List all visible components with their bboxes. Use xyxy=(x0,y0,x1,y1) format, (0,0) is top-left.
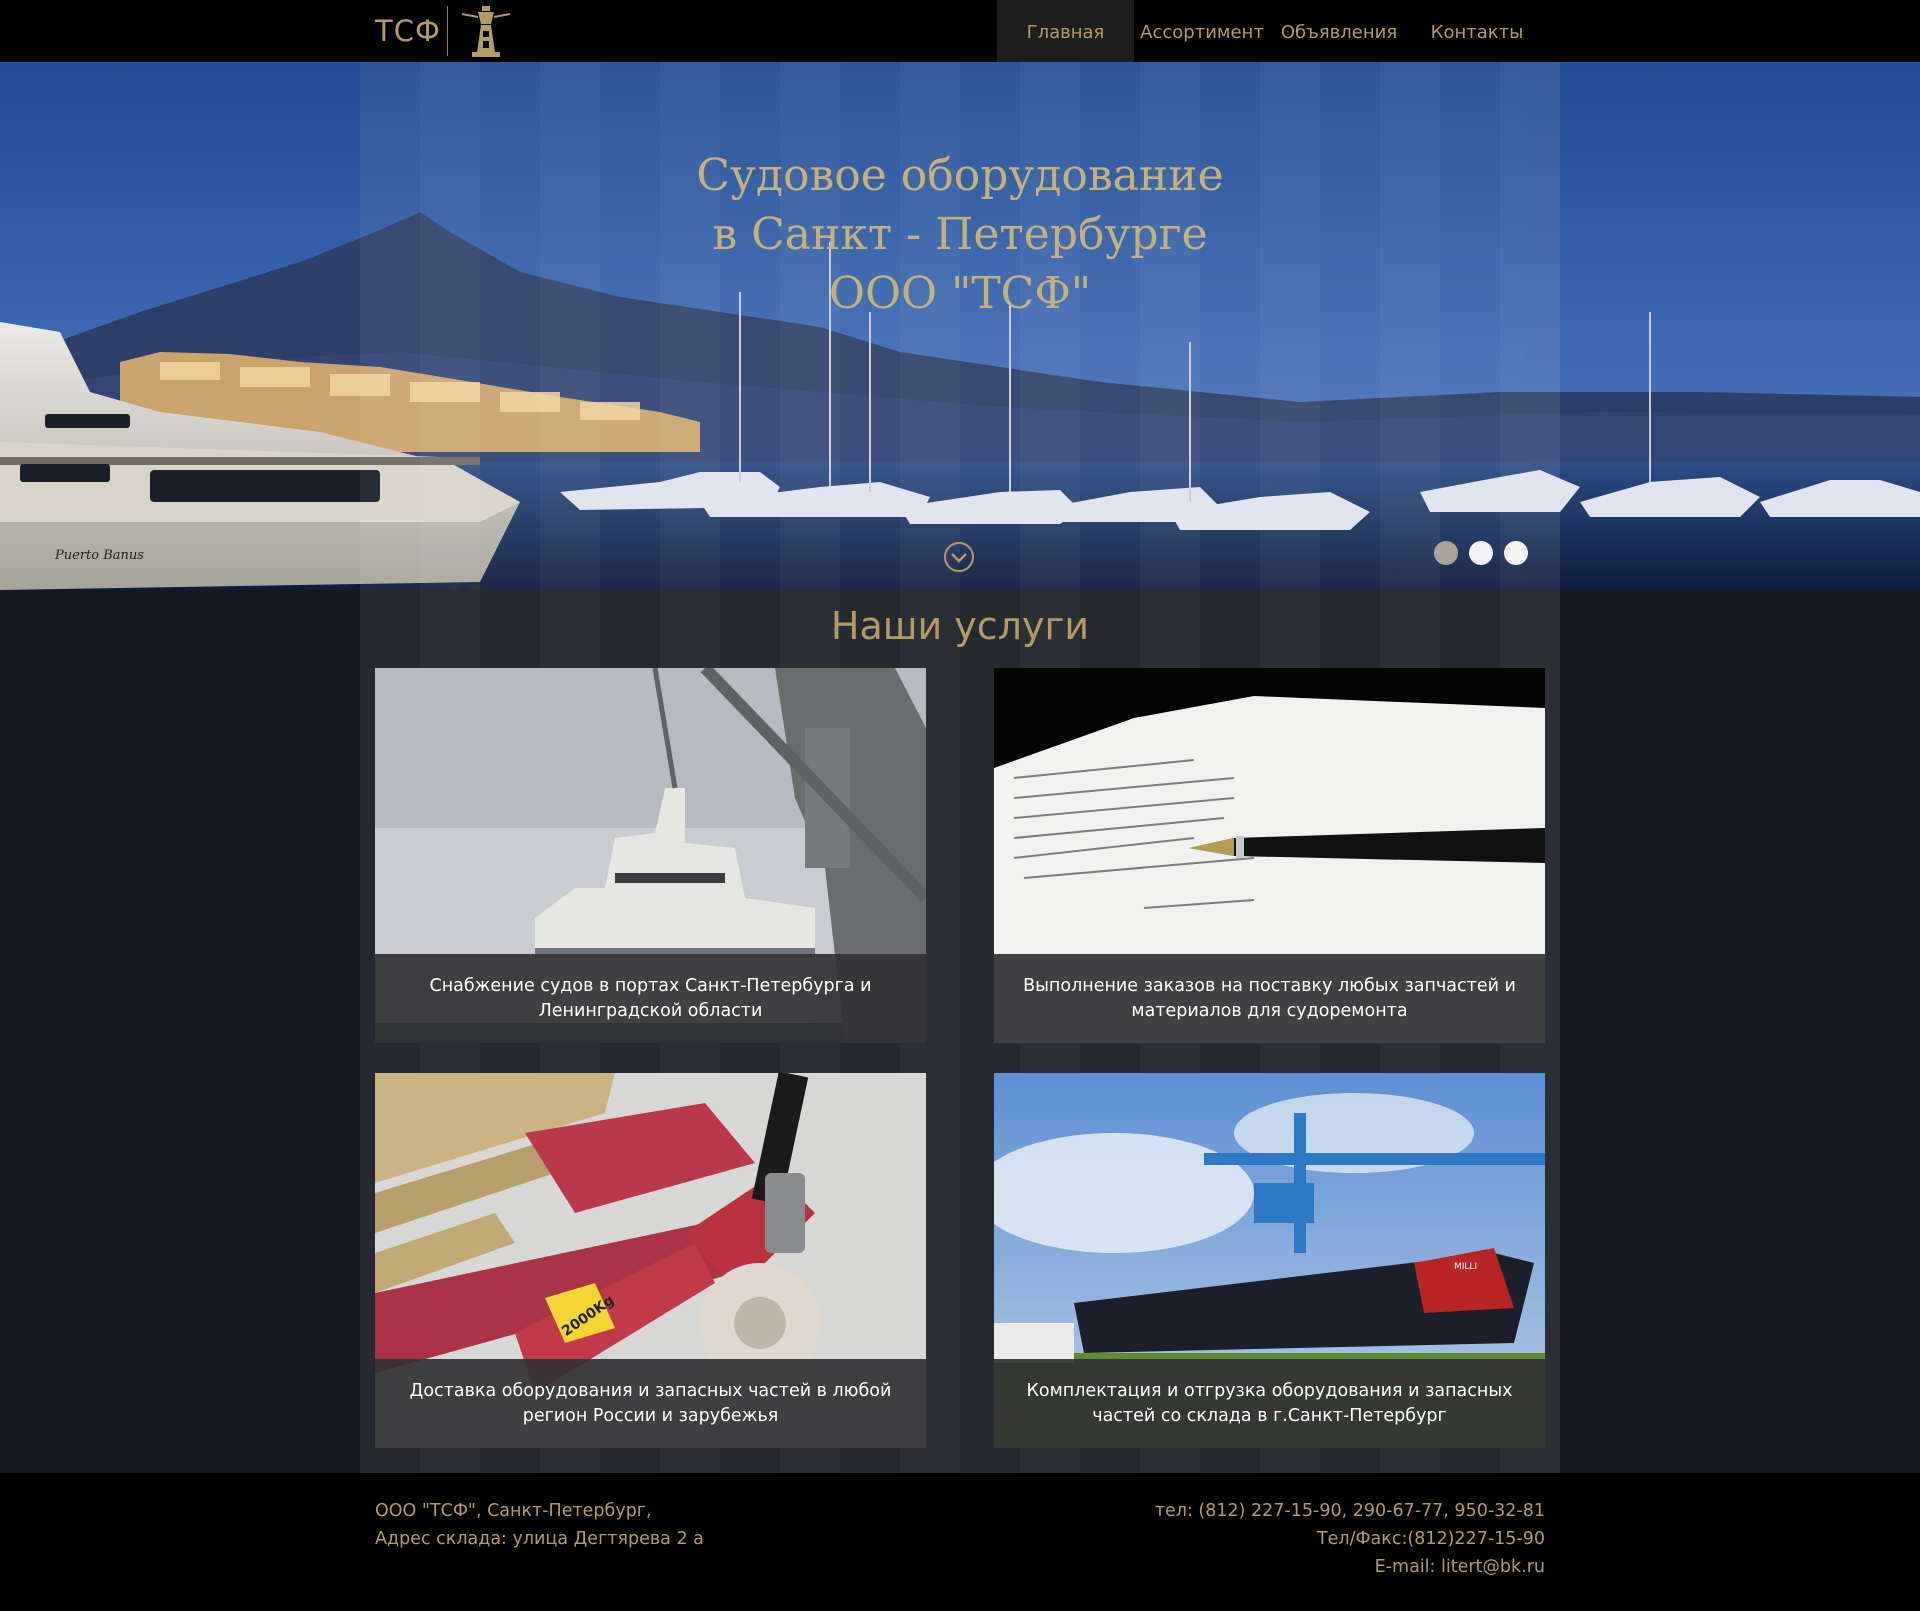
service-caption-text: Комплектация и отгрузка оборудования и з… xyxy=(1026,1380,1513,1426)
service-card-ship-supply[interactable]: Снабжение судов в портах Санкт-Петербург… xyxy=(375,668,926,1043)
footer-email-line[interactable]: E-mail: litert@bk.ru xyxy=(1155,1553,1545,1581)
services-title: Наши услуги xyxy=(830,604,1090,648)
slider-dot-1[interactable] xyxy=(1434,541,1458,565)
logo-divider xyxy=(447,6,448,56)
footer-company-info: ООО "ТСФ", Санкт-Петербург, Адрес склада… xyxy=(375,1497,704,1553)
ship-label-text: MILLI xyxy=(1454,1262,1477,1272)
nav-home[interactable]: Главная xyxy=(997,0,1134,62)
footer-contacts: тел: (812) 227-15-90, 290-67-77, 950-32-… xyxy=(1155,1497,1545,1581)
hero-title: Судовое оборудование в Санкт - Петербург… xyxy=(560,146,1360,323)
service-card-warehouse[interactable]: MILLI Комплектация и отгрузка оборудован… xyxy=(994,1073,1545,1448)
hero-title-line-1: Судовое оборудование xyxy=(696,150,1224,201)
service-caption-text: Выполнение заказов на поставку любых зап… xyxy=(1023,975,1516,1021)
footer-phone-line: тел: (812) 227-15-90, 290-67-77, 950-32-… xyxy=(1154,1501,1545,1521)
service-card-parts-orders[interactable]: Выполнение заказов на поставку любых зап… xyxy=(994,668,1545,1043)
footer-address-line: Адрес склада: улица Дегтярева 2 а xyxy=(375,1529,704,1549)
service-caption-text: Снабжение судов в портах Санкт-Петербург… xyxy=(429,975,872,1021)
nav-contacts[interactable]: Контакты xyxy=(1408,0,1546,62)
logo-text[interactable]: ТСФ xyxy=(375,14,441,48)
scroll-down-icon[interactable] xyxy=(943,541,975,573)
slider-dot-3[interactable] xyxy=(1504,541,1528,565)
slider-dot-2[interactable] xyxy=(1469,541,1493,565)
nav-assortment[interactable]: Ассортимент xyxy=(1134,0,1270,62)
hero-title-line-2: в Санкт - Петербурге xyxy=(712,209,1208,260)
yacht-name-text: Puerto Banus xyxy=(54,548,144,563)
hero-title-line-3: ООО "ТСФ" xyxy=(828,268,1092,319)
lighthouse-icon[interactable] xyxy=(458,4,514,58)
service-caption: Снабжение судов в портах Санкт-Петербург… xyxy=(375,954,926,1043)
nav-announcements[interactable]: Объявления xyxy=(1270,0,1408,62)
footer: ООО "ТСФ", Санкт-Петербург, Адрес склада… xyxy=(0,1473,1920,1611)
footer-fax-line: Тел/Факс:(812)227-15-90 xyxy=(1316,1529,1545,1549)
service-caption: Доставка оборудования и запасных частей … xyxy=(375,1359,926,1448)
hero-slider: Puerto Banus Судовое оборудование в Санк… xyxy=(0,62,1920,590)
service-caption-text: Доставка оборудования и запасных частей … xyxy=(409,1380,892,1426)
service-caption: Выполнение заказов на поставку любых зап… xyxy=(994,954,1545,1043)
service-caption: Комплектация и отгрузка оборудования и з… xyxy=(994,1359,1545,1448)
top-navigation-bar: ТСФ Главная Ассортимент Объявления Конта… xyxy=(0,0,1920,62)
footer-company-line: ООО "ТСФ", Санкт-Петербург, xyxy=(375,1501,652,1521)
service-card-delivery[interactable]: 2000Kg Доставка оборудования и запасных … xyxy=(375,1073,926,1448)
hero-marina-image: Puerto Banus xyxy=(0,62,1920,590)
services-section: Наши услуги Снабжение судов в портах Сан… xyxy=(360,590,1560,1473)
